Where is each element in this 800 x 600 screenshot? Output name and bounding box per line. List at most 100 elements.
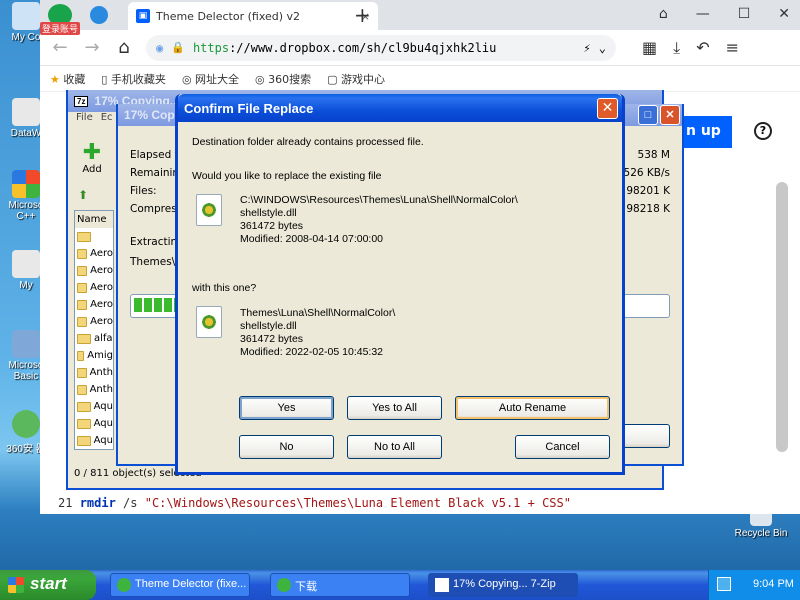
visual-studio-icon — [12, 170, 40, 198]
column-header-name[interactable]: Name — [75, 211, 113, 228]
telegram-icon[interactable] — [90, 6, 108, 24]
system-tray: 9:04 PM — [708, 570, 800, 600]
bookmarks-bar: ★ 收藏 ▯ 手机收藏夹 ◎ 网址大全 ◎ 360搜索 ▢ 游戏中心 — [40, 66, 800, 92]
maximize-icon[interactable]: ☐ — [738, 0, 751, 28]
maximize-icon[interactable]: □ — [638, 105, 658, 125]
scrollbar[interactable] — [776, 182, 788, 452]
menu-file[interactable]: File — [76, 112, 93, 128]
folder-icon — [77, 350, 85, 361]
menu-icon[interactable]: ≡ — [726, 38, 739, 58]
list-item[interactable]: alfa — [75, 330, 113, 347]
computer-icon — [12, 2, 40, 30]
add-button[interactable]: ✚ Add — [80, 140, 104, 176]
list-item[interactable]: Anth — [75, 381, 113, 398]
bookmark-games[interactable]: ▢ 游戏中心 — [327, 71, 385, 87]
new-tab-icon[interactable]: + — [354, 3, 371, 27]
browser-icon — [117, 578, 131, 592]
menu-edit[interactable]: Ec — [101, 112, 113, 128]
dll-file-icon — [196, 306, 222, 338]
code-line: 21 rmdir /s "C:\Windows\Resources\Themes… — [58, 496, 571, 510]
list-item[interactable] — [75, 228, 113, 245]
site-icon: ◉ — [156, 40, 164, 55]
dropbox-icon: ▣ — [136, 9, 150, 23]
star-icon: ★ — [50, 72, 60, 86]
progress-block — [164, 298, 172, 312]
dialog-titlebar[interactable]: Confirm File Replace — [178, 94, 622, 122]
tab-theme-delector[interactable]: ▣ Theme Delector (fixed) v2 × — [128, 2, 378, 30]
message-line1: Destination folder already contains proc… — [192, 136, 424, 148]
existing-file-info: C:\WINDOWS\Resources\Themes\Luna\Shell\N… — [240, 194, 518, 245]
folder-icon — [77, 435, 91, 446]
close-icon[interactable]: ✕ — [660, 105, 680, 125]
bookmark-mobile[interactable]: ▯ 手机收藏夹 — [101, 71, 166, 87]
address-bar[interactable]: ◉ 🔒 https://www.dropbox.com/sh/cl9bu4qjx… — [146, 34, 616, 61]
up-folder-icon[interactable]: ⬆ — [78, 188, 88, 202]
list-item[interactable]: Aqu — [75, 415, 113, 432]
list-item[interactable]: Anth — [75, 364, 113, 381]
list-item[interactable]: Aero — [75, 245, 113, 262]
tab-title: Theme Delector (fixed) v2 — [156, 9, 301, 23]
bookmark-360search[interactable]: ◎ 360搜索 — [255, 71, 311, 87]
login-badge[interactable]: 登录账号 — [40, 22, 81, 35]
back-icon[interactable]: ← — [50, 37, 70, 58]
current-path: Themes\ — [130, 256, 176, 268]
folder-icon — [77, 231, 91, 242]
list-item[interactable]: Aero — [75, 296, 113, 313]
download-icon[interactable]: ⤓ — [673, 38, 680, 58]
progress-values: 538 M 526 KB/s 98201 K 98218 K — [623, 149, 670, 215]
yes-to-all-button[interactable]: Yes to All — [347, 396, 442, 420]
apps-grid-icon[interactable]: ▦ — [642, 38, 657, 58]
minimize-icon[interactable]: — — [696, 0, 710, 28]
lightning-icon[interactable]: ⚡ — [584, 41, 591, 55]
folder-icon — [77, 282, 88, 293]
with-this-label: with this one? — [192, 282, 257, 294]
cancel-button[interactable]: Cancel — [515, 435, 610, 459]
list-item[interactable]: Aqu — [75, 398, 113, 415]
auto-rename-button[interactable]: Auto Rename — [455, 396, 610, 420]
close-icon[interactable]: ✕ — [778, 0, 790, 28]
sevenzip-icon: 7z — [74, 95, 89, 107]
taskbar-item-browser[interactable]: Theme Delector (fixe... — [110, 573, 250, 597]
chevron-down-icon[interactable]: ⌄ — [599, 41, 606, 55]
clock[interactable]: 9:04 PM — [753, 578, 794, 590]
signup-button[interactable]: n up — [676, 116, 732, 148]
visual-basic-icon — [12, 330, 40, 358]
list-item[interactable]: Amig — [75, 347, 113, 364]
start-button[interactable]: start — [0, 570, 96, 600]
folder-icon — [77, 367, 87, 378]
no-button[interactable]: No — [239, 435, 334, 459]
file-list[interactable]: Name Aero Aero Aero Aero Aero alfa Amig … — [74, 210, 114, 450]
dialog-close-icon[interactable]: ✕ — [597, 98, 618, 119]
network-icon[interactable] — [717, 577, 731, 591]
taskbar-item-downloads[interactable]: 下载 — [270, 573, 410, 597]
taskbar: start Theme Delector (fixe... 下载 17% Cop… — [0, 570, 800, 600]
folder-icon — [77, 265, 88, 276]
bookmark-sites[interactable]: ◎ 网址大全 — [182, 71, 239, 87]
folder-icon — [77, 248, 88, 259]
confirm-file-replace-dialog: Confirm File Replace ✕ Destination folde… — [175, 94, 625, 475]
list-item[interactable]: Aero — [75, 262, 113, 279]
no-to-all-button[interactable]: No to All — [347, 435, 442, 459]
bookmark-favorites[interactable]: ★ 收藏 — [50, 71, 85, 87]
dialog-title: Confirm File Replace — [184, 100, 314, 116]
folder-icon — [77, 401, 91, 412]
windows-flag-icon — [8, 577, 24, 593]
forward-icon[interactable]: → — [82, 37, 102, 58]
undo-icon[interactable]: ↶ — [696, 38, 709, 58]
shortcut-icon — [12, 250, 40, 278]
dll-file-icon — [196, 194, 222, 226]
progress-block — [134, 298, 142, 312]
list-item[interactable]: Aero — [75, 279, 113, 296]
360-icon — [12, 410, 40, 438]
list-item[interactable]: Aero — [75, 313, 113, 330]
yes-button[interactable]: Yes — [239, 396, 334, 420]
shirt-icon[interactable]: ⌂ — [659, 0, 668, 28]
folder-icon — [77, 299, 88, 310]
help-icon[interactable]: ? — [754, 122, 772, 140]
list-item[interactable]: Aqu — [75, 432, 113, 449]
home-icon[interactable]: ⌂ — [114, 37, 134, 58]
taskbar-item-7zip[interactable]: 17% Copying... 7-Zip — [428, 573, 578, 597]
plus-icon: ✚ — [82, 140, 102, 165]
progress-block — [144, 298, 152, 312]
new-file-info: Themes\Luna\Shell\NormalColor\ shellstyl… — [240, 307, 396, 358]
